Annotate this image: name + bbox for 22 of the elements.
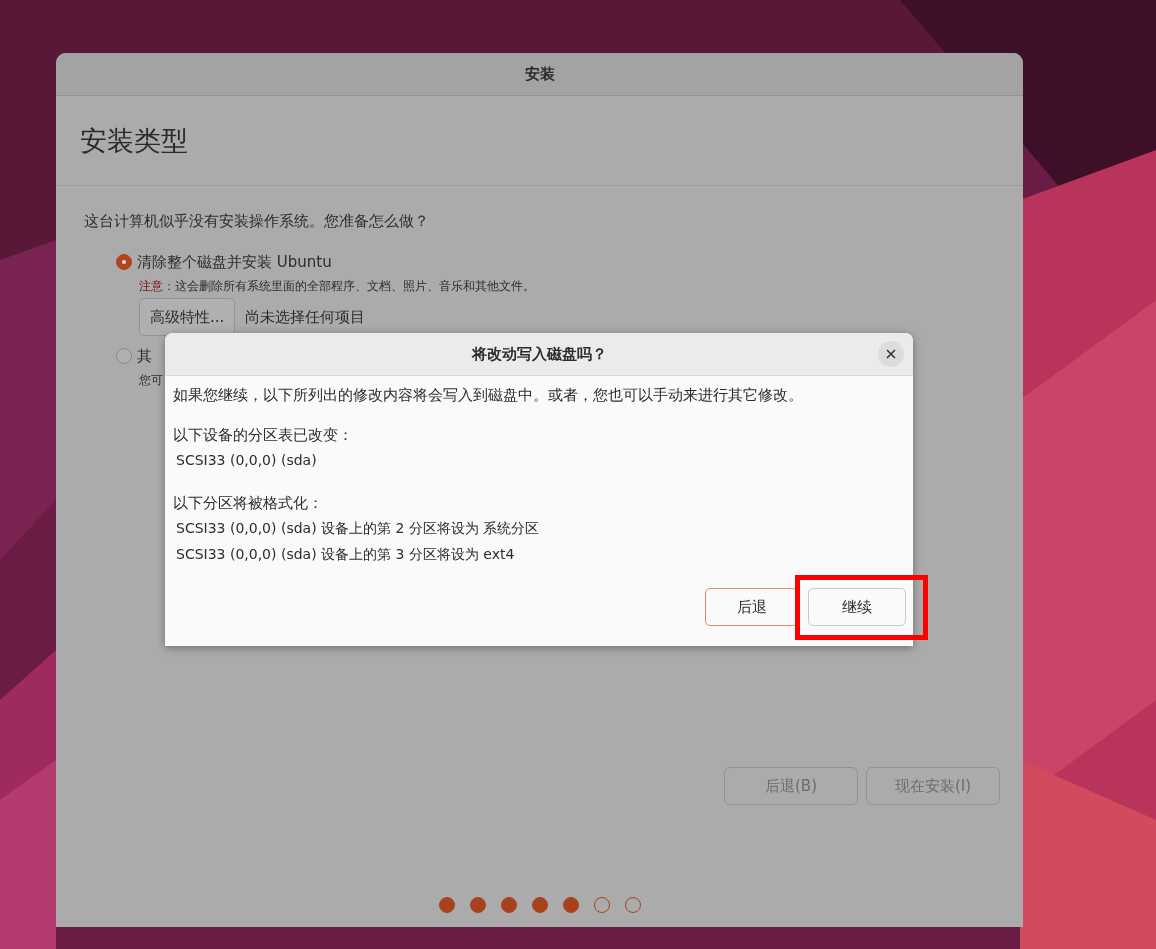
page-heading: 安装类型 — [80, 123, 188, 158]
option-label[interactable]: 其 — [137, 346, 152, 366]
dialog-title: 将改动写入磁盘吗？ — [471, 344, 607, 364]
warning-text: 注意：这会删除所有系统里面的全部程序、文档、照片、音乐和其他文件。 — [139, 278, 536, 295]
close-button[interactable] — [878, 341, 904, 367]
dialog-button[interactable]: 继续 — [808, 588, 906, 626]
radio-button[interactable] — [116, 348, 132, 364]
section-heading: 以下设备的分区表已改变： — [173, 425, 354, 446]
window-title: 安装 — [524, 64, 555, 84]
radio-button[interactable] — [116, 254, 132, 270]
dialog-button[interactable]: 后退 — [705, 588, 798, 626]
option-note: 您可 — [139, 372, 164, 389]
advanced-button[interactable]: 高级特性... — [139, 298, 236, 336]
change-item: SCSI33 (0,0,0) (sda) — [175, 451, 318, 470]
change-item: SCSI33 (0,0,0) (sda) 设备上的第 3 分区将设为 ext4 — [175, 545, 516, 564]
change-item: SCSI33 (0,0,0) (sda) 设备上的第 2 分区将设为 系统分区 — [175, 519, 541, 538]
status-text: 尚未选择任何项目 — [245, 307, 366, 327]
close-icon — [886, 349, 896, 359]
section-heading: 以下分区将被格式化： — [173, 493, 324, 514]
question-text: 这台计算机似乎没有安装操作系统。您准备怎么做？ — [84, 212, 430, 231]
dialog-message: 如果您继续，以下所列出的修改内容将会写入到磁盘中。或者，您也可以手动来进行其它修改。 — [173, 386, 804, 405]
option-label[interactable]: 清除整个磁盘并安装 Ubuntu — [137, 252, 332, 272]
